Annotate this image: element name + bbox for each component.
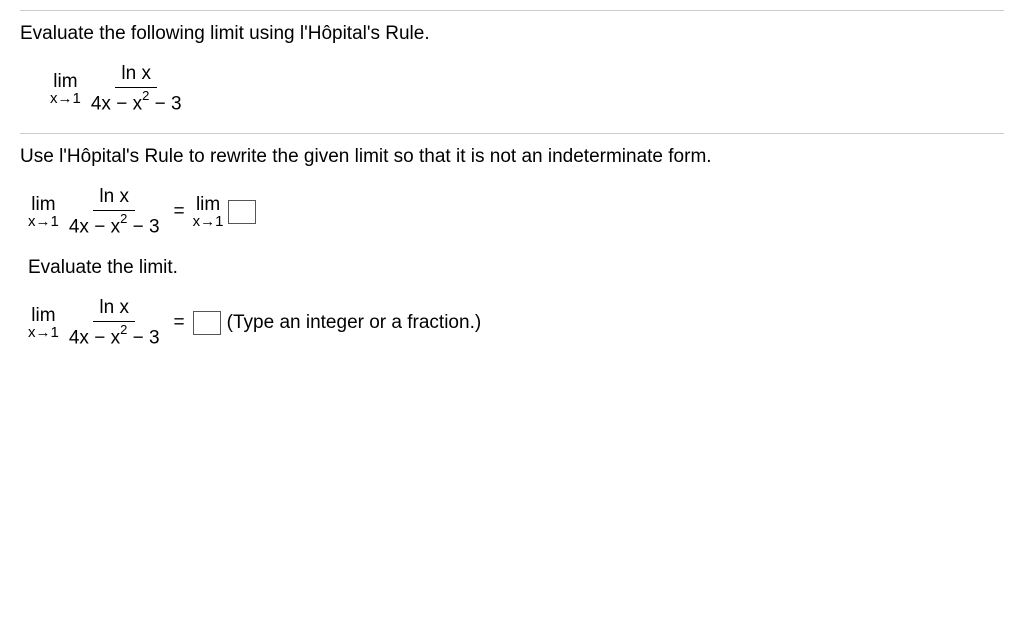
mid-divider <box>20 133 1004 134</box>
lim-approach: x→1 <box>193 214 224 229</box>
answer-input-1[interactable] <box>228 200 256 224</box>
lim-notation-right: lim x→1 <box>193 195 224 229</box>
denom-suffix: − 3 <box>149 93 181 114</box>
denominator: 4x − x2 − 3 <box>63 211 166 238</box>
answer-input-2[interactable] <box>193 311 221 335</box>
lim-notation-left: lim x→1 <box>28 195 59 229</box>
numerator: ln x <box>115 63 157 88</box>
lim-label: lim <box>53 72 77 91</box>
lim-label: lim <box>196 195 220 214</box>
lim-label: lim <box>31 306 55 325</box>
fraction: ln x 4x − x2 − 3 <box>85 63 188 115</box>
equals-sign: = <box>174 312 185 334</box>
answer-hint: (Type an integer or a fraction.) <box>227 312 482 334</box>
lim-approach: x→1 <box>28 214 59 229</box>
lim-approach: x→1 <box>28 325 59 340</box>
given-limit-expression: lim x→1 ln x 4x − x2 − 3 <box>50 63 1004 115</box>
lim-notation: lim x→1 <box>50 72 81 106</box>
instruction-2: Evaluate the limit. <box>28 257 1004 279</box>
fraction: ln x 4x − x2 − 3 <box>63 297 166 349</box>
equals-sign: = <box>174 201 185 223</box>
denom-prefix: 4x − x <box>91 93 142 114</box>
denom-suffix: − 3 <box>127 217 159 238</box>
denom-exp: 2 <box>120 322 127 337</box>
denom-suffix: − 3 <box>127 327 159 348</box>
fraction-left: ln x 4x − x2 − 3 <box>63 186 166 238</box>
evaluate-limit-row: lim x→1 ln x 4x − x2 − 3 = (Type an inte… <box>28 297 1004 349</box>
instruction-1: Use l'Hôpital's Rule to rewrite the give… <box>20 146 1004 168</box>
denominator: 4x − x2 − 3 <box>63 322 166 349</box>
denom-exp: 2 <box>120 211 127 226</box>
lim-approach: x→1 <box>50 91 81 106</box>
top-divider <box>20 10 1004 11</box>
question-prompt: Evaluate the following limit using l'Hôp… <box>20 23 1004 45</box>
denom-prefix: 4x − x <box>69 217 120 238</box>
denom-exp: 2 <box>142 88 149 103</box>
numerator: ln x <box>93 297 135 322</box>
lim-notation: lim x→1 <box>28 306 59 340</box>
denom-prefix: 4x − x <box>69 327 120 348</box>
denominator: 4x − x2 − 3 <box>85 88 188 115</box>
lim-label: lim <box>31 195 55 214</box>
numerator: ln x <box>93 186 135 211</box>
rewrite-limit-row: lim x→1 ln x 4x − x2 − 3 = lim x→1 <box>28 186 1004 238</box>
